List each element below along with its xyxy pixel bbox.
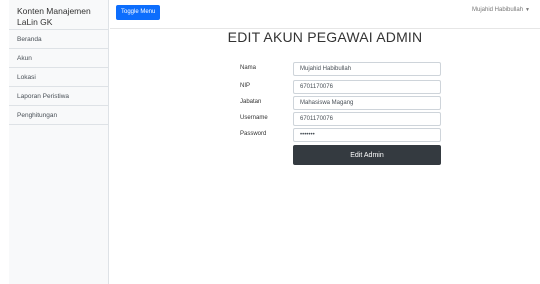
password-input[interactable]: ••••••• bbox=[293, 128, 441, 142]
sidebar-item-lokasi[interactable]: Lokasi bbox=[9, 68, 108, 87]
jabatan-input[interactable]: Mahasiswa Magang bbox=[293, 96, 441, 110]
form-row-password: Password ••••••• bbox=[240, 128, 441, 142]
user-name: Mujahid Habibullah bbox=[472, 7, 524, 13]
form-row-nip: NIP 6701170076 bbox=[240, 80, 441, 94]
username-label: Username bbox=[240, 115, 268, 121]
form-row-nama: Nama Mujahid Habibullah bbox=[240, 62, 441, 76]
user-menu[interactable]: Mujahid Habibullah ▼ bbox=[472, 7, 530, 13]
nip-label: NIP bbox=[240, 83, 251, 89]
sidebar-item-akun[interactable]: Akun bbox=[9, 49, 108, 68]
page-title: EDIT AKUN PEGAWAI ADMIN bbox=[227, 29, 423, 45]
sidebar-item-beranda[interactable]: Beranda bbox=[9, 30, 108, 49]
jabatan-label: Jabatan bbox=[240, 99, 262, 105]
edit-admin-button[interactable]: Edit Admin bbox=[293, 145, 441, 165]
username-input[interactable]: 6701170076 bbox=[293, 112, 441, 126]
toggle-menu-button[interactable]: Toggle Menu bbox=[116, 5, 161, 20]
password-label: Password bbox=[240, 131, 267, 137]
sidebar-item-penghitungan[interactable]: Penghitungan bbox=[9, 106, 108, 125]
sidebar-item-laporan-peristiwa[interactable]: Laporan Peristiwa bbox=[9, 87, 108, 106]
sidebar-heading: Konten Manajemen LaLin GK bbox=[9, 0, 108, 30]
sidebar: Konten Manajemen LaLin GK Beranda Akun L… bbox=[9, 0, 109, 284]
nama-input[interactable]: Mujahid Habibullah bbox=[293, 62, 441, 76]
caret-down-icon: ▼ bbox=[525, 7, 530, 13]
topbar: Toggle Menu Mujahid Habibullah ▼ bbox=[110, 0, 540, 29]
form-row-jabatan: Jabatan Mahasiswa Magang bbox=[240, 96, 441, 110]
nip-input[interactable]: 6701170076 bbox=[293, 80, 441, 94]
form-row-username: Username 6701170076 bbox=[240, 112, 441, 126]
nama-label: Nama bbox=[240, 65, 257, 71]
